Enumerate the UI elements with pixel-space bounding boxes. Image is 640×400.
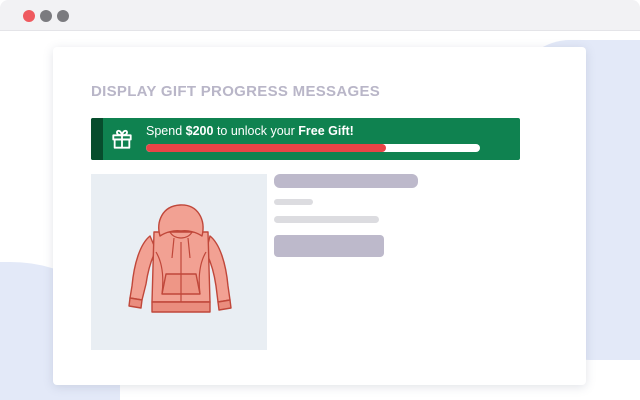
- window-close-button[interactable]: [23, 10, 35, 22]
- message-prefix: Spend: [146, 124, 183, 138]
- product-image[interactable]: [91, 174, 267, 350]
- page-heading: DISPLAY GIFT PROGRESS MESSAGES: [91, 83, 381, 100]
- add-to-cart-button-placeholder[interactable]: [274, 235, 384, 257]
- message-middle: to unlock your: [216, 124, 295, 138]
- gift-progress-fill: [146, 144, 387, 152]
- product-description-placeholder: [274, 216, 379, 223]
- browser-window-bar: [0, 0, 640, 31]
- spend-amount: $200: [185, 124, 214, 138]
- gift-progress-message: Spend $200 to unlock your Free Gift!: [146, 124, 354, 138]
- gift-icon: [112, 129, 132, 149]
- window-maximize-button[interactable]: [57, 10, 69, 22]
- gift-progress-banner: Spend $200 to unlock your Free Gift!: [91, 118, 520, 160]
- window-minimize-button[interactable]: [40, 10, 52, 22]
- product-price-placeholder: [274, 199, 313, 205]
- hoodie-image: [128, 204, 232, 313]
- content-card: DISPLAY GIFT PROGRESS MESSAGES Spend $20…: [53, 47, 586, 385]
- gift-progress-track: [146, 144, 480, 152]
- reward-label: Free Gift!: [298, 124, 354, 138]
- product-title-placeholder: [274, 174, 418, 188]
- banner-accent-stripe: [91, 118, 103, 160]
